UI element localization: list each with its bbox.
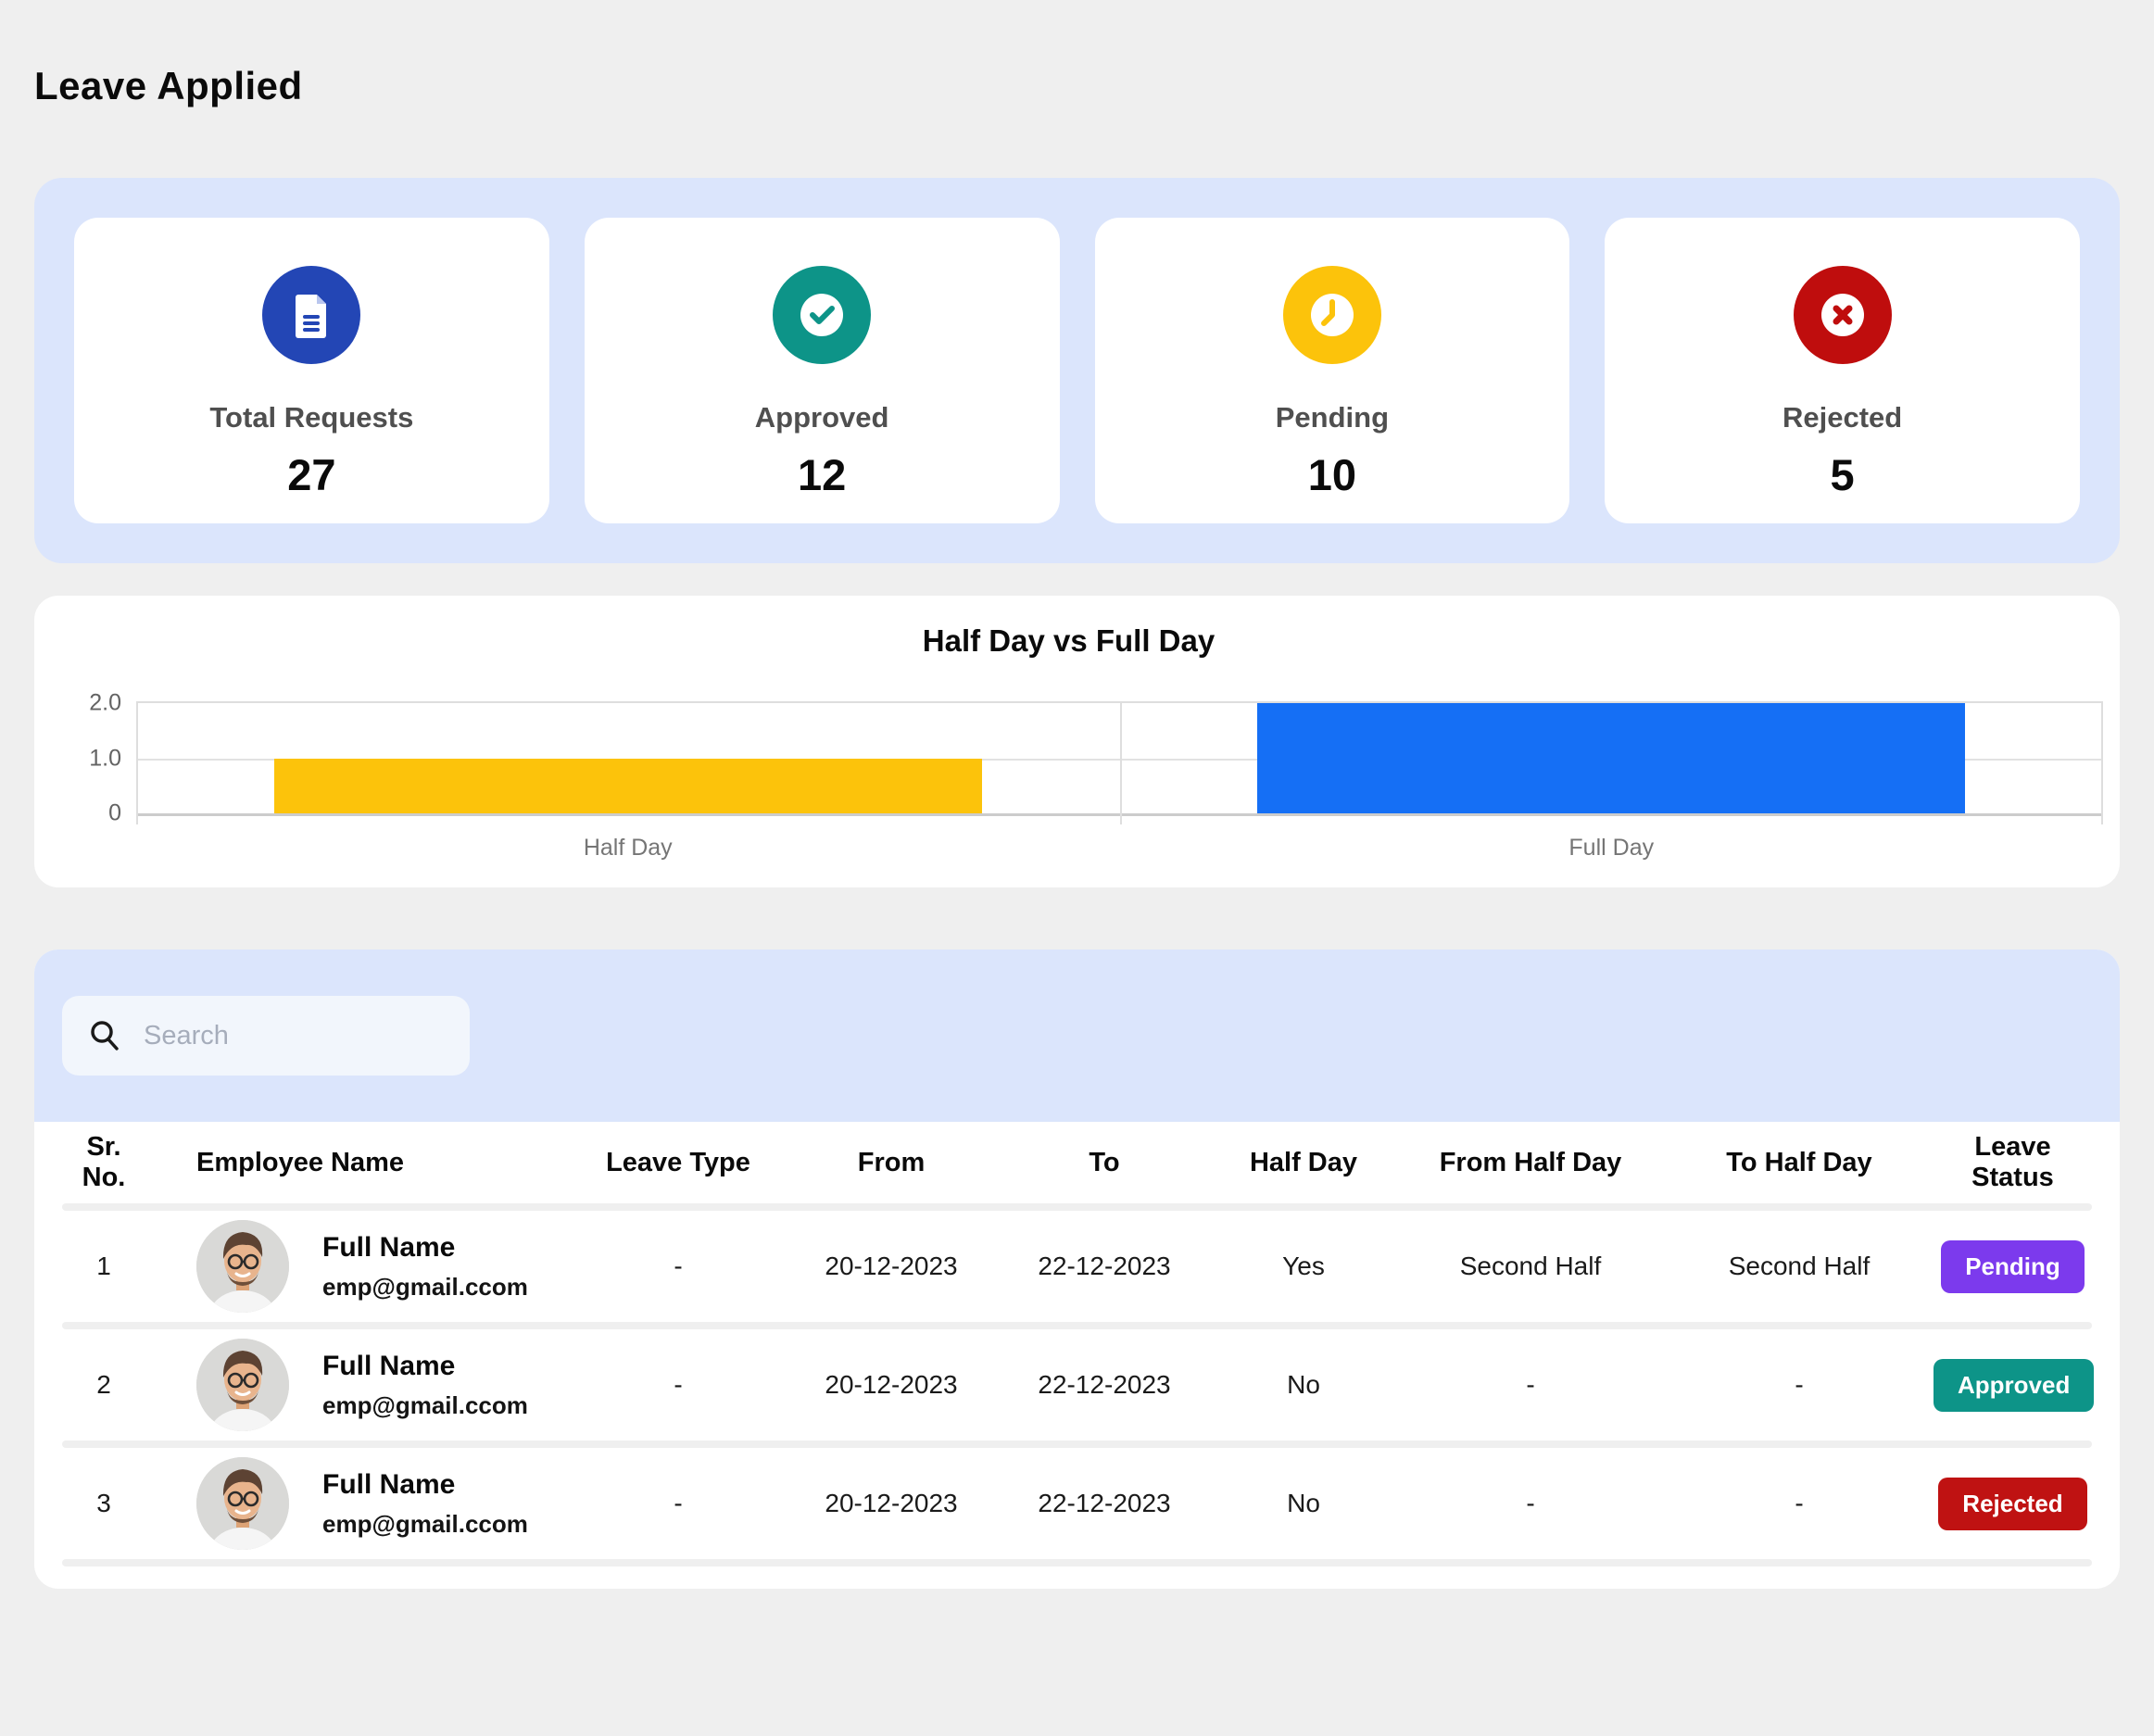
employee-name: Full Name: [322, 1351, 528, 1382]
employee-email: emp@gmail.ccom: [322, 1273, 528, 1302]
to-date: 22-12-2023: [998, 1370, 1211, 1400]
table-row: 1 Fu: [34, 1211, 2120, 1322]
from-half-day: Second Half: [1396, 1252, 1665, 1281]
y-tick: 0: [48, 800, 136, 827]
search-input[interactable]: [144, 1021, 446, 1051]
search-box[interactable]: [62, 996, 470, 1076]
search-icon: [86, 1017, 123, 1054]
row-divider: [62, 1203, 2092, 1211]
stats-panel: Total Requests 27 Approved 12 Pending 10: [34, 178, 2120, 563]
table-toolbar: [34, 950, 2120, 1122]
stat-card-pending: Pending 10: [1095, 218, 1570, 523]
avatar: [196, 1339, 289, 1431]
column-header-sr-no: Sr. No.: [62, 1132, 145, 1193]
y-tick: 1.0: [48, 745, 136, 772]
chart-title: Half Day vs Full Day: [34, 623, 2103, 659]
stat-value: 12: [798, 449, 846, 500]
status-badge: Pending: [1941, 1240, 2085, 1293]
column-header-leave-status: Leave Status: [1934, 1132, 2092, 1193]
column-header-from: From: [785, 1148, 998, 1178]
bar-half-day: [274, 759, 982, 814]
stat-card-rejected: Rejected 5: [1605, 218, 2080, 523]
document-icon: [262, 266, 360, 364]
sr-no: 3: [62, 1489, 145, 1518]
leave-applied-page: Leave Applied Total Requests 27: [0, 67, 2154, 1589]
half-day: No: [1211, 1370, 1396, 1400]
row-divider: [62, 1322, 2092, 1329]
clock-icon: [1283, 266, 1381, 364]
leave-type: -: [572, 1252, 785, 1281]
column-header-to-half-day: To Half Day: [1665, 1148, 1934, 1178]
column-header-from-half-day: From Half Day: [1396, 1148, 1665, 1178]
from-half-day: -: [1396, 1489, 1665, 1518]
stat-value: 27: [287, 449, 335, 500]
column-header-to: To: [998, 1148, 1211, 1178]
stat-label: Total Requests: [209, 401, 413, 434]
row-divider: [62, 1440, 2092, 1448]
employee-name: Full Name: [322, 1232, 528, 1264]
half-day-vs-full-day-chart: Half Day vs Full Day 2.0 1.0 0 Half Day …: [34, 596, 2120, 887]
avatar: [196, 1220, 289, 1313]
cross-icon: [1794, 266, 1892, 364]
status-badge: Approved: [1934, 1359, 2094, 1412]
stat-card-total-requests: Total Requests 27: [74, 218, 549, 523]
table-header-row: Sr. No. Employee Name Leave Type From To…: [34, 1122, 2120, 1203]
column-header-half-day: Half Day: [1211, 1148, 1396, 1178]
stat-label: Rejected: [1782, 401, 1902, 434]
sr-no: 2: [62, 1370, 145, 1400]
chart-plot-area: 2.0 1.0 0 Half Day Full Day: [34, 701, 2103, 862]
to-half-day: -: [1665, 1370, 1934, 1400]
stat-value: 5: [1831, 449, 1855, 500]
x-tick-full-day: Full Day: [1120, 835, 2104, 862]
table-row: 3 Fu: [34, 1448, 2120, 1559]
to-half-day: Second Half: [1665, 1252, 1934, 1281]
from-half-day: -: [1396, 1370, 1665, 1400]
from-date: 20-12-2023: [785, 1252, 998, 1281]
to-half-day: -: [1665, 1489, 1934, 1518]
x-tick-half-day: Half Day: [136, 835, 1120, 862]
row-divider: [62, 1559, 2092, 1566]
column-header-leave-type: Leave Type: [572, 1148, 785, 1178]
half-day: No: [1211, 1489, 1396, 1518]
stat-label: Pending: [1276, 401, 1389, 434]
employee-email: emp@gmail.ccom: [322, 1391, 528, 1420]
check-icon: [773, 266, 871, 364]
employee-email: emp@gmail.ccom: [322, 1510, 528, 1539]
to-date: 22-12-2023: [998, 1252, 1211, 1281]
bar-full-day: [1257, 703, 1965, 813]
page-title: Leave Applied: [34, 67, 2120, 106]
avatar: [196, 1457, 289, 1550]
status-badge: Rejected: [1938, 1478, 2086, 1530]
from-date: 20-12-2023: [785, 1370, 998, 1400]
to-date: 22-12-2023: [998, 1489, 1211, 1518]
column-header-employee-name: Employee Name: [145, 1148, 572, 1178]
stat-value: 10: [1308, 449, 1356, 500]
table-row: 2 Fu: [34, 1329, 2120, 1440]
leave-table-card: Sr. No. Employee Name Leave Type From To…: [34, 950, 2120, 1589]
leave-type: -: [572, 1489, 785, 1518]
stat-label: Approved: [755, 401, 889, 434]
half-day: Yes: [1211, 1252, 1396, 1281]
employee-name: Full Name: [322, 1469, 528, 1501]
stat-card-approved: Approved 12: [585, 218, 1060, 523]
from-date: 20-12-2023: [785, 1489, 998, 1518]
sr-no: 1: [62, 1252, 145, 1281]
y-tick: 2.0: [48, 690, 136, 717]
leave-type: -: [572, 1370, 785, 1400]
